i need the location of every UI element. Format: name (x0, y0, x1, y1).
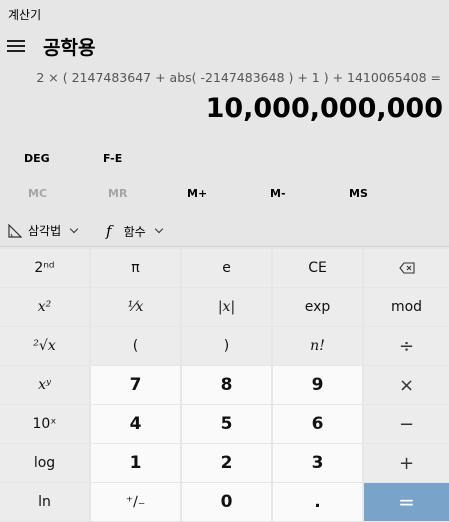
square-root-button[interactable]: ²√x (0, 327, 89, 365)
fe-button[interactable]: F-E (103, 152, 122, 165)
window-title: 계산기 (8, 8, 42, 22)
ten-power-button[interactable]: 10ˣ (0, 405, 89, 443)
chevron-down-icon (69, 224, 79, 233)
result-display: 10,000,000,000 (205, 93, 443, 124)
chevron-down-icon (154, 224, 163, 234)
ln-button[interactable]: ln (0, 483, 89, 521)
digit-4-button[interactable]: 4 (91, 405, 180, 443)
memory-add-button[interactable]: M+ (187, 187, 207, 200)
backspace-button[interactable] (364, 249, 449, 287)
left-paren-button[interactable]: ( (91, 327, 180, 365)
multiply-button[interactable]: × (364, 366, 449, 404)
trig-label: 삼각법 (28, 224, 62, 238)
pi-button[interactable]: π (91, 249, 180, 287)
digit-8-button[interactable]: 8 (182, 366, 271, 404)
digit-9-button[interactable]: 9 (273, 366, 362, 404)
power-button[interactable]: xʸ (0, 366, 89, 404)
e-button[interactable]: e (182, 249, 271, 287)
plus-button[interactable]: + (364, 444, 449, 482)
right-paren-button[interactable]: ) (182, 327, 271, 365)
backspace-icon (398, 262, 415, 274)
keypad: 2ⁿᵈ π e CE x² ¹⁄x |x| exp mod ²√x ( ) n!… (0, 249, 449, 522)
memory-subtract-button[interactable]: M- (270, 187, 286, 200)
clear-entry-button[interactable]: CE (273, 249, 362, 287)
function-icon: f (106, 222, 112, 240)
memory-row: MC MR M+ M- MS (0, 185, 449, 205)
decimal-button[interactable]: . (273, 483, 362, 521)
trig-icon (8, 223, 22, 238)
memory-clear-button[interactable]: MC (28, 187, 47, 200)
menu-icon[interactable] (7, 40, 25, 54)
mod-button[interactable]: mod (364, 288, 449, 326)
expression-display: 2 × ( 2147483647 + abs( -2147483648 ) + … (36, 70, 441, 85)
abs-button[interactable]: |x| (182, 288, 271, 326)
angle-unit-button[interactable]: DEG (24, 152, 50, 165)
divide-button[interactable]: ÷ (364, 327, 449, 365)
mode-title: 공학용 (43, 37, 96, 59)
digit-7-button[interactable]: 7 (91, 366, 180, 404)
digit-5-button[interactable]: 5 (182, 405, 271, 443)
negate-button[interactable]: ⁺∕₋ (91, 483, 180, 521)
reciprocal-button[interactable]: ¹⁄x (91, 288, 180, 326)
angle-row: DEG F-E (0, 150, 449, 170)
divider (0, 246, 449, 247)
log-button[interactable]: log (0, 444, 89, 482)
memory-store-button[interactable]: MS (349, 187, 368, 200)
function-dropdown[interactable]: f 함수 (106, 222, 163, 240)
equals-button[interactable]: = (364, 483, 449, 521)
minus-button[interactable]: − (364, 405, 449, 443)
trig-dropdown[interactable]: 삼각법 (8, 222, 79, 239)
digit-0-button[interactable]: 0 (182, 483, 271, 521)
function-label: 함수 (123, 224, 146, 239)
factorial-button[interactable]: n! (273, 327, 362, 365)
digit-1-button[interactable]: 1 (91, 444, 180, 482)
memory-recall-button[interactable]: MR (108, 187, 127, 200)
digit-6-button[interactable]: 6 (273, 405, 362, 443)
exp-button[interactable]: exp (273, 288, 362, 326)
second-button[interactable]: 2ⁿᵈ (0, 249, 89, 287)
square-button[interactable]: x² (0, 288, 89, 326)
digit-2-button[interactable]: 2 (182, 444, 271, 482)
digit-3-button[interactable]: 3 (273, 444, 362, 482)
function-row: 삼각법 f 함수 (0, 220, 449, 242)
